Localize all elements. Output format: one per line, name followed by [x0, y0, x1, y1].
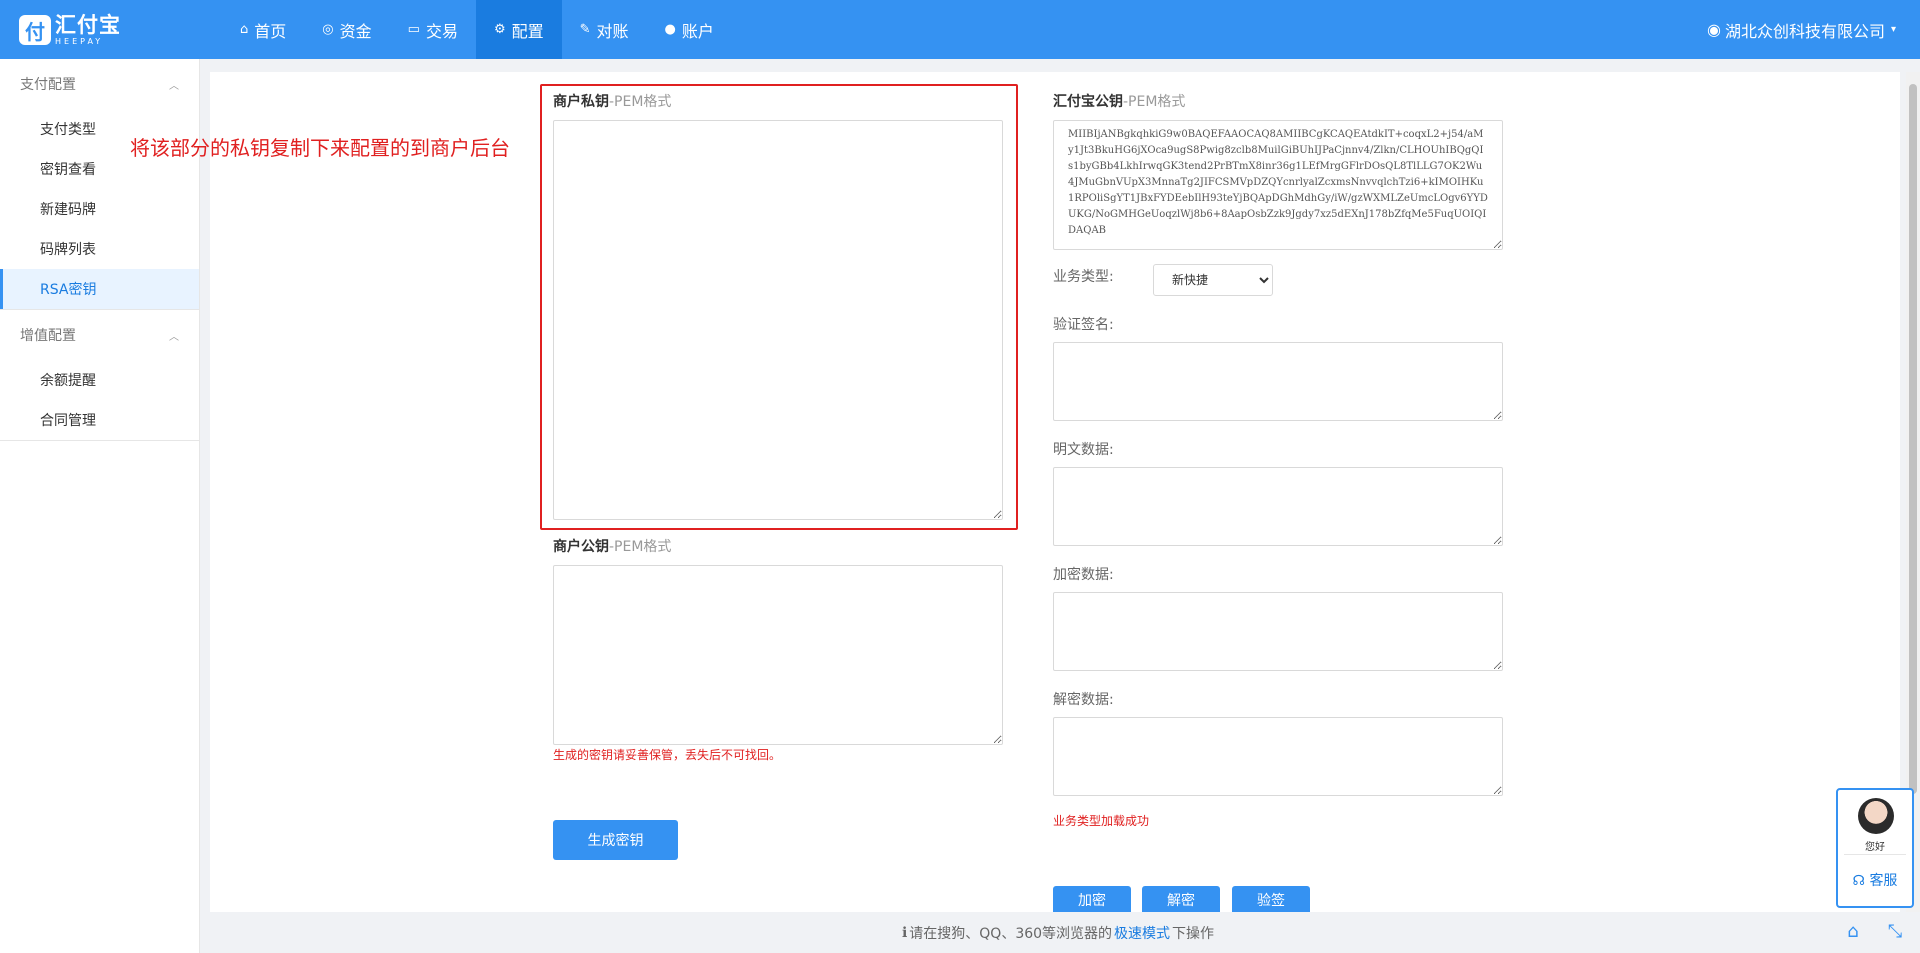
- customer-service-widget[interactable]: 您好 ☊ 客服: [1836, 788, 1914, 908]
- sidebar-group-value-added[interactable]: 增值配置 ︿: [0, 310, 199, 360]
- plain-data-textarea[interactable]: [1053, 467, 1503, 546]
- decrypted-data-textarea[interactable]: [1053, 717, 1503, 796]
- sidebar: 支付配置 ︿ 支付类型 密钥查看 新建码牌 码牌列表 RSA密钥 增值配置 ︿ …: [0, 59, 200, 953]
- chevron-up-icon: ︿: [169, 80, 179, 92]
- public-key-textarea[interactable]: [553, 565, 1003, 745]
- footer-prefix: 请在搜狗、QQ、360等浏览器的: [909, 925, 1113, 942]
- sidebar-item-qrcode-list[interactable]: 码牌列表: [0, 229, 199, 269]
- encrypt-button[interactable]: 加密: [1053, 886, 1131, 912]
- cs-divider: [1844, 854, 1906, 855]
- logo-mark-icon: 付: [19, 15, 51, 45]
- private-key-title: 商户私钥: [553, 94, 609, 110]
- heepay-pubkey-label: 汇付宝公钥-PEM格式: [1053, 91, 1185, 111]
- nav-trade[interactable]: ▭ 交易: [390, 0, 476, 59]
- public-key-suffix: -PEM格式: [609, 539, 672, 555]
- heepay-pubkey-suffix: -PEM格式: [1123, 94, 1186, 110]
- sidebar-item-new-qrcode[interactable]: 新建码牌: [0, 189, 199, 229]
- company-name: 湖北众创科技有限公司: [1724, 21, 1885, 41]
- private-key-label: 商户私钥-PEM格式: [553, 91, 671, 111]
- sidebar-group-label: 支付配置: [20, 77, 76, 93]
- sidebar-group-label: 增值配置: [20, 328, 76, 344]
- user-circle-icon: ◉: [1706, 20, 1721, 39]
- cs-home-icon[interactable]: ⌂: [1836, 916, 1870, 946]
- caret-down-icon: ▾: [1890, 24, 1896, 35]
- public-key-title: 商户公钥: [553, 539, 609, 555]
- brand-logo[interactable]: 付 汇付宝 HEEPAY: [19, 14, 121, 46]
- user-icon: ●: [664, 22, 676, 37]
- edit-icon: ✎: [579, 22, 591, 37]
- nav-account-label: 账户: [681, 21, 714, 41]
- cs-service-label: 客服: [1869, 873, 1898, 889]
- plain-data-label: 明文数据:: [1053, 442, 1114, 458]
- speed-mode-link[interactable]: 极速模式: [1114, 923, 1170, 943]
- main-nav: ⌂ 首页 ◎ 资金 ▭ 交易 ⚙ 配置 ✎ 对账 ● 账户: [222, 0, 732, 59]
- sidebar-group-pay-config[interactable]: 支付配置 ︿: [0, 59, 199, 109]
- nav-reconcile[interactable]: ✎ 对账: [562, 0, 647, 59]
- brand-name-en: HEEPAY: [55, 36, 104, 46]
- nav-reconcile-label: 对账: [596, 21, 629, 41]
- decrypted-data-label: 解密数据:: [1053, 692, 1114, 708]
- scrollbar-thumb[interactable]: [1909, 84, 1917, 794]
- encrypted-data-textarea[interactable]: [1053, 592, 1503, 671]
- footer-notice: ℹ 请在搜狗、QQ、360等浏览器的 极速模式 下操作: [210, 912, 1906, 953]
- verify-sign-label: 验证签名:: [1053, 317, 1114, 333]
- cs-service-button[interactable]: ☊ 客服: [1838, 870, 1912, 890]
- company-menu[interactable]: ◉ 湖北众创科技有限公司 ▾: [1707, 0, 1896, 59]
- database-icon: ◎: [322, 22, 334, 37]
- nav-config-label: 配置: [511, 21, 544, 41]
- nav-home-label: 首页: [254, 21, 287, 41]
- footer-suffix: 下操作: [1172, 925, 1215, 942]
- gear-icon: ⚙: [493, 22, 506, 37]
- cs-greeting: 您好: [1865, 842, 1885, 853]
- annotation-note: 将该部分的私钥复制下来配置的到商户后台: [130, 136, 510, 160]
- agent-avatar: [1858, 798, 1894, 834]
- heepay-pubkey-title: 汇付宝公钥: [1053, 94, 1123, 110]
- public-key-label: 商户公钥-PEM格式: [553, 536, 671, 556]
- brand-name: 汇付宝: [55, 12, 121, 37]
- info-icon: ℹ: [901, 924, 908, 941]
- nav-config[interactable]: ⚙ 配置: [475, 0, 562, 59]
- key-warning-text: 生成的密钥请妥善保管，丢失后不可找回。: [553, 748, 782, 762]
- nav-funds-label: 资金: [339, 21, 372, 41]
- nav-account[interactable]: ● 账户: [647, 0, 732, 59]
- sidebar-item-contract[interactable]: 合同管理: [0, 400, 199, 440]
- cs-collapse-icon[interactable]: ⤡: [1878, 916, 1912, 946]
- decrypt-button[interactable]: 解密: [1142, 886, 1220, 912]
- top-navbar: 付 汇付宝 HEEPAY ⌂ 首页 ◎ 资金 ▭ 交易 ⚙ 配置 ✎ 对账 ● 账户 ◉ 湖…: [0, 0, 1920, 59]
- private-key-suffix: -PEM格式: [609, 94, 672, 110]
- chevron-up-icon: ︿: [169, 331, 179, 343]
- headset-icon: ☊: [1852, 873, 1865, 889]
- verify-sign-button[interactable]: 验签: [1232, 886, 1310, 912]
- verify-sign-textarea[interactable]: [1053, 342, 1503, 421]
- biz-type-label: 业务类型:: [1053, 269, 1114, 285]
- folder-icon: ▭: [407, 22, 420, 37]
- biz-type-select[interactable]: 新快捷: [1153, 264, 1273, 296]
- generate-key-button[interactable]: 生成密钥: [553, 820, 678, 860]
- status-text: 业务类型加载成功: [1053, 814, 1150, 828]
- encrypted-data-label: 加密数据:: [1053, 567, 1114, 583]
- logo-text: 汇付宝 HEEPAY: [55, 12, 121, 46]
- nav-funds[interactable]: ◎ 资金: [304, 0, 389, 59]
- sidebar-item-balance-alert[interactable]: 余额提醒: [0, 360, 199, 400]
- sidebar-divider: [0, 440, 199, 441]
- nav-trade-label: 交易: [425, 21, 458, 41]
- sidebar-item-rsa-key[interactable]: RSA密钥: [0, 269, 199, 309]
- nav-home[interactable]: ⌂ 首页: [222, 0, 304, 59]
- private-key-textarea[interactable]: [553, 120, 1003, 520]
- home-icon: ⌂: [240, 22, 249, 37]
- heepay-pubkey-textarea[interactable]: MIIBIjANBgkqhkiG9w0BAQEFAAOCAQ8AMIIBCgKC…: [1053, 120, 1503, 250]
